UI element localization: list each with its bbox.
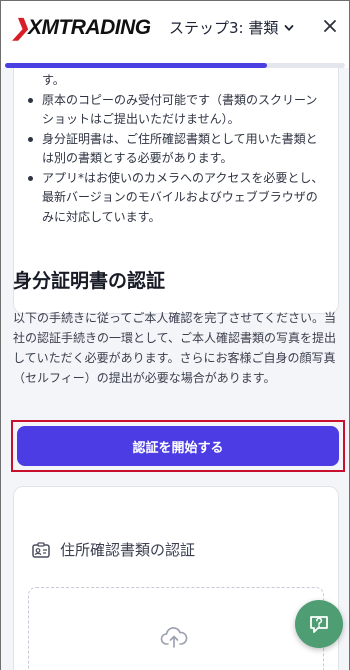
start-verification-highlight: 認証を開始する — [11, 420, 345, 472]
requirements-list: す。 原本のコピーのみ受付可能です（書類のスクリーンショットはご提出いただけませ… — [28, 71, 324, 227]
main-content[interactable]: す。 原本のコピーのみ受付可能です（書類のスクリーンショットはご提出いただけませ… — [1, 68, 349, 670]
start-verification-button[interactable]: 認証を開始する — [17, 426, 339, 466]
chevron-down-icon — [284, 24, 294, 31]
step-title-label: ステップ3: 書類 — [169, 19, 279, 37]
close-button[interactable] — [319, 15, 341, 37]
logo-text: XMTRADING — [27, 16, 151, 39]
address-section-title: 住所確認書類の認証 — [60, 541, 196, 559]
identity-section-title: 身分証明書の認証 — [13, 270, 166, 292]
help-button[interactable] — [295, 600, 343, 648]
header: ❯ XMTRADING ステップ3: 書類 — [1, 1, 349, 63]
requirement-item: 原本のコピーのみ受付可能です（書類のスクリーンショットはご提出いただけません）。 — [28, 91, 324, 130]
cloud-upload-icon — [160, 627, 188, 648]
address-verification-card: 住所確認書類の認証 — [13, 486, 339, 670]
question-icon — [310, 616, 328, 633]
step-selector[interactable]: ステップ3: 書類 — [169, 17, 294, 38]
requirement-partial-line: す。 — [42, 73, 65, 87]
xmtrading-logo: ❯ XMTRADING — [11, 15, 151, 41]
address-section-header: 住所確認書類の認証 — [32, 539, 195, 560]
close-icon — [324, 20, 336, 32]
requirement-item: アプリ*はお使いのカメラへのアクセスを必要とし、最新バージョンのモバイルおよびウ… — [28, 169, 324, 228]
logo-mark: ❯ — [11, 15, 29, 40]
identity-section-description: 以下の手続きに従ってご本人確認を完了させてください。当社の認証手続きの一環として… — [13, 311, 337, 385]
requirement-item: 身分証明書は、ご住所確認書類として用いた書類とは別の書類とする必要があります。 — [28, 130, 324, 169]
id-card-icon — [32, 541, 50, 558]
